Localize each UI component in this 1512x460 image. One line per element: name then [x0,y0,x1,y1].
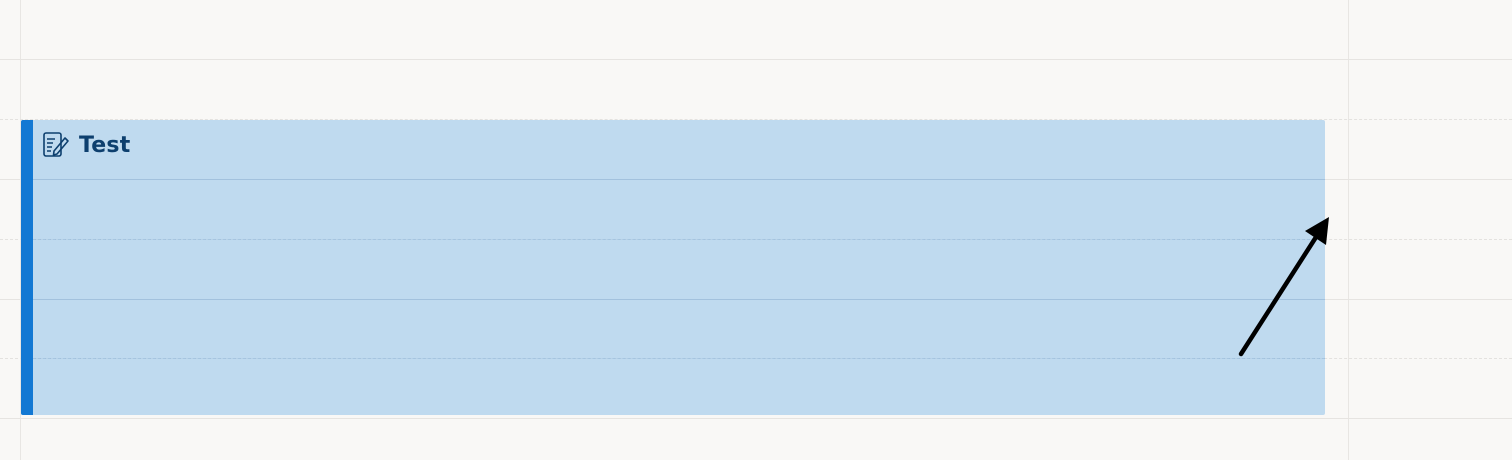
event-gridline [33,179,1325,180]
event-title: Test [79,132,131,158]
event-gridline [33,239,1325,240]
day-column-divider [1348,0,1349,460]
hour-gridline [0,418,1512,419]
event-accent-bar [21,120,33,415]
event-gridline [33,358,1325,359]
event-gridline [33,299,1325,300]
event-header[interactable]: Test [41,130,130,160]
edit-note-icon [41,130,71,160]
pointer-arrow-icon [1238,217,1329,357]
calendar-event[interactable]: Test [21,120,1325,415]
hour-gridline [0,59,1512,60]
